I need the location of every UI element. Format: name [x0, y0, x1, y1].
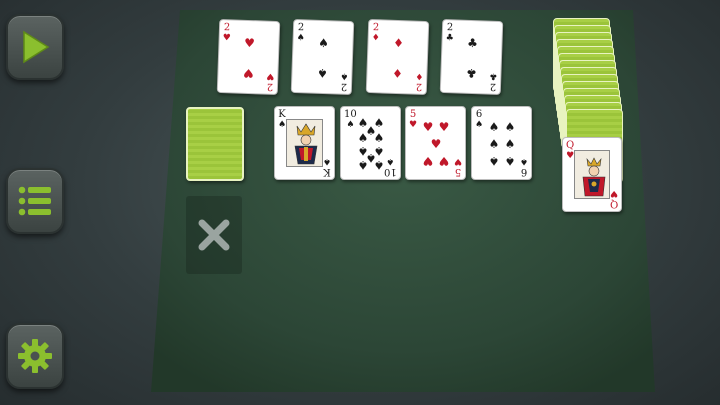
- spade-pip: ♠: [488, 120, 500, 134]
- spade-pip: ♠: [373, 131, 385, 145]
- game-area: 2 ♥ ♥ ♥ 2 ♥ 2 ♠ ♠ ♠ 2 ♠ 2 ♦ ♦ ♦ 2 ♦ 2 ♣ ♣ ♣ 2 ♣ …: [0, 0, 720, 405]
- card-suit: ♦: [415, 70, 424, 81]
- menu-button[interactable]: [6, 168, 64, 234]
- king-figure-icon: [287, 120, 322, 166]
- card-rank: 2: [489, 80, 497, 92]
- card-suit: ♥: [609, 188, 618, 198]
- queen-figure-icon: [575, 151, 609, 198]
- card-suit: ♠: [296, 33, 305, 44]
- card-rank: K: [323, 166, 331, 177]
- spade-pip: ♠: [357, 158, 369, 172]
- card-suit: ♥: [266, 70, 275, 81]
- reserve-top-card-queen-hearts[interactable]: Q ♥ Q ♥: [562, 137, 622, 212]
- card-suit: ♠: [340, 70, 349, 81]
- heart-pip: ♥: [243, 35, 256, 51]
- empty-waste-slot[interactable]: [186, 196, 242, 274]
- heart-pip: ♥: [430, 137, 442, 151]
- heart-pip: ♥: [438, 154, 450, 168]
- gear-icon: [18, 339, 52, 373]
- card-rank: 5: [409, 109, 417, 120]
- tableau-card-five-hearts[interactable]: 5 ♥ ♥ ♥ ♥ ♥ ♥ 5 ♥: [405, 106, 466, 180]
- diamond-pip: ♦: [392, 35, 405, 51]
- tableau-card-ten-spades[interactable]: 10 ♠ ♠ ♠ ♠ ♠ ♠ ♠ ♠ ♠ ♠ ♠ 10 ♠: [340, 106, 401, 180]
- foundation-card-3[interactable]: 2 ♦ ♦ ♦ 2 ♦: [365, 18, 430, 96]
- card-suit: ♣: [489, 70, 498, 81]
- card-suit: ♣: [445, 33, 454, 44]
- heart-pip: ♥: [242, 65, 255, 81]
- card-suit: ♠: [322, 156, 331, 166]
- card-suit: ♥: [453, 156, 462, 166]
- spade-pip: ♠: [317, 35, 330, 51]
- menu-list-icon: [18, 186, 51, 216]
- foundation-card-1[interactable]: 2 ♥ ♥ ♥ 2 ♥: [216, 18, 281, 96]
- card-suit: ♠: [519, 156, 528, 166]
- tableau-card-king-spades[interactable]: K ♠ K ♠: [274, 106, 335, 180]
- spade-pip: ♠: [488, 137, 500, 151]
- card-suit: ♥: [222, 33, 231, 44]
- club-pip: ♣: [465, 65, 478, 81]
- spade-pip: ♠: [373, 158, 385, 172]
- card-rank: 2: [266, 80, 274, 92]
- card-rank: 2: [297, 22, 305, 34]
- spade-pip: ♠: [357, 131, 369, 145]
- spade-pip: ♠: [504, 154, 516, 168]
- heart-pip: ♥: [438, 120, 450, 134]
- queen-portrait: [574, 150, 610, 199]
- card-rank: 2: [340, 80, 348, 92]
- spade-pip: ♠: [316, 65, 329, 81]
- card-suit: ♥: [409, 120, 418, 130]
- card-suit: ♠: [386, 156, 395, 166]
- spade-pip: ♠: [504, 120, 516, 134]
- card-rank: 6: [520, 166, 528, 177]
- heart-pip: ♥: [422, 120, 434, 134]
- card-rank: 6: [475, 109, 483, 120]
- close-x-icon: [198, 219, 230, 251]
- spade-pip: ♠: [504, 137, 516, 151]
- card-rank: 2: [223, 22, 231, 34]
- king-portrait: [286, 119, 323, 167]
- spade-pip: ♠: [488, 154, 500, 168]
- foundation-card-2[interactable]: 2 ♠ ♠ ♠ 2 ♠: [290, 18, 355, 96]
- card-suit: ♥: [566, 151, 575, 161]
- card-suit: ♠: [278, 120, 287, 130]
- card-suit: ♠: [346, 120, 355, 130]
- card-rank: 2: [415, 80, 423, 92]
- card-suit: ♠: [475, 120, 484, 130]
- card-rank: 10: [384, 166, 397, 177]
- card-rank: 10: [344, 109, 357, 120]
- settings-button[interactable]: [6, 323, 64, 389]
- card-rank: Q: [609, 198, 618, 209]
- card-rank: K: [278, 109, 286, 120]
- card-rank: 2: [372, 22, 380, 34]
- stock-pile[interactable]: [186, 107, 244, 181]
- heart-pip: ♥: [422, 154, 434, 168]
- foundation-card-4[interactable]: 2 ♣ ♣ ♣ 2 ♣: [439, 18, 504, 96]
- diamond-pip: ♦: [391, 65, 404, 81]
- tableau-card-six-spades[interactable]: 6 ♠ ♠ ♠ ♠ ♠ ♠ ♠ 6 ♠: [471, 106, 532, 180]
- card-rank: 2: [446, 22, 454, 34]
- play-icon: [23, 30, 50, 64]
- play-button[interactable]: [6, 14, 64, 80]
- card-rank: Q: [566, 140, 575, 151]
- card-suit: ♦: [371, 33, 380, 44]
- club-pip: ♣: [466, 35, 479, 51]
- card-rank: 5: [454, 166, 462, 177]
